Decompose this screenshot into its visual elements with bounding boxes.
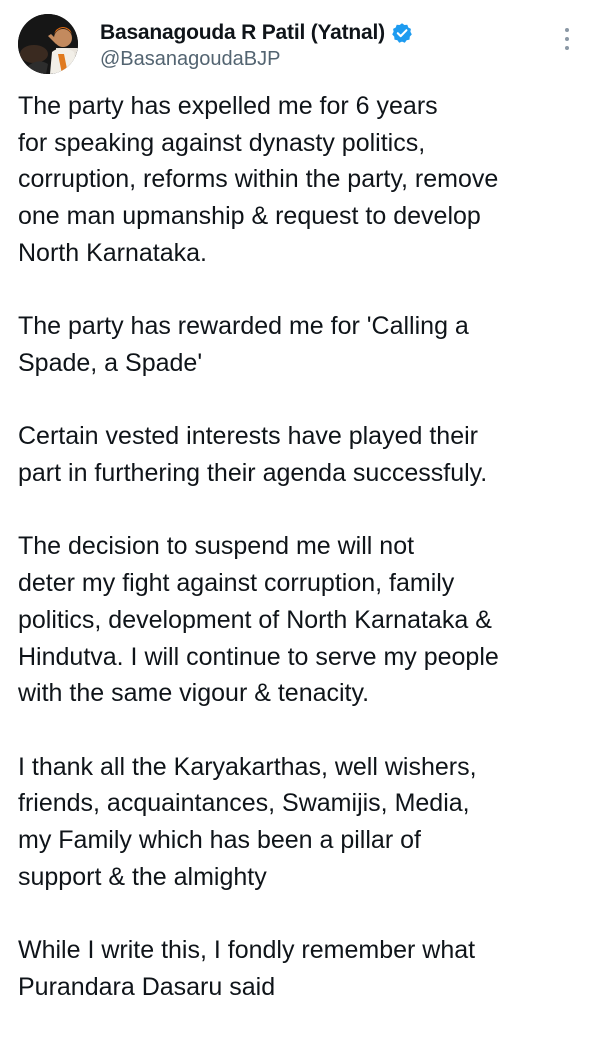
- verified-badge-icon: [391, 22, 413, 44]
- tweet-card: Basanagouda R Patil (Yatnal) @Basanagoud…: [0, 0, 600, 1047]
- display-name-row: Basanagouda R Patil (Yatnal): [100, 20, 540, 46]
- more-vertical-icon-dot: [565, 37, 569, 41]
- more-options-button[interactable]: [562, 28, 572, 54]
- tweet-paragraph: Certain vested interests have played the…: [18, 422, 488, 487]
- more-vertical-icon-dot: [565, 46, 569, 50]
- avatar-photo-icon: [18, 14, 78, 74]
- tweet-paragraph: The party has expelled me for 6 years fo…: [18, 92, 499, 267]
- tweet-paragraph: The decision to suspend me will not dete…: [18, 532, 499, 708]
- avatar[interactable]: [18, 14, 78, 74]
- tweet-paragraph: While I write this, I fondly remember wh…: [18, 936, 476, 1001]
- tweet-text: The party has expelled me for 6 years fo…: [18, 88, 588, 1006]
- tweet-paragraph: The party has rewarded me for 'Calling a…: [18, 312, 469, 377]
- tweet-header: Basanagouda R Patil (Yatnal) @Basanagoud…: [18, 14, 582, 74]
- more-vertical-icon: [565, 28, 569, 32]
- tweet-paragraph: I thank all the Karyakarthas, well wishe…: [18, 752, 477, 891]
- author-handle[interactable]: @BasanagoudaBJP: [100, 48, 540, 71]
- author-info: Basanagouda R Patil (Yatnal) @Basanagoud…: [100, 20, 540, 71]
- display-name[interactable]: Basanagouda R Patil (Yatnal): [100, 21, 385, 45]
